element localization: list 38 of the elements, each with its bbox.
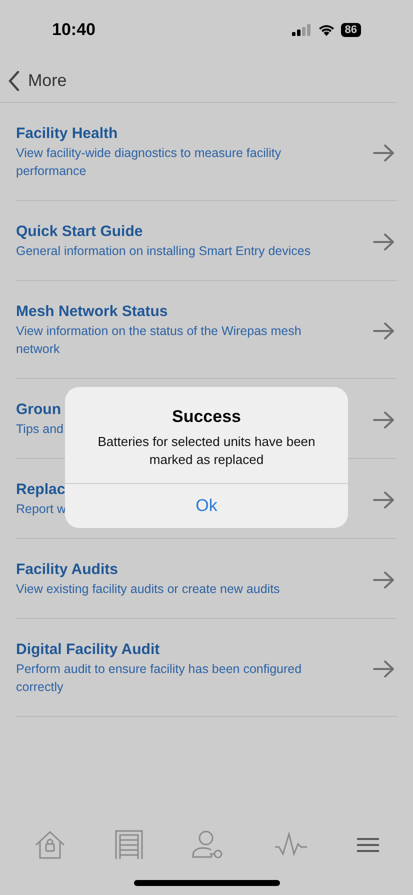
- status-time: 10:40: [52, 20, 96, 40]
- item-description: View facility-wide diagnostics to measure facility performance: [16, 145, 282, 180]
- arrow-right-icon: [373, 144, 395, 162]
- house-lock-icon: [34, 830, 66, 860]
- garage-door-icon: [114, 830, 143, 860]
- item-description: View existing facility audits or create new audits: [16, 581, 280, 598]
- item-description: General information on installing Smart Entry devices: [16, 243, 311, 260]
- item-title: Mesh Network Status: [16, 303, 169, 320]
- dialog-message: Batteries for selected units have been marked as replaced: [96, 433, 316, 469]
- item-description: View information on the status of the Wirepas mesh network: [16, 323, 302, 358]
- menu-item[interactable]: Digital Facility Audit Perform audit to ensure facility has been configured correctly: [16, 619, 397, 717]
- chevron-left-icon: [8, 71, 20, 91]
- arrow-right-icon: [373, 570, 395, 588]
- dialog-title: Success: [172, 407, 241, 427]
- back-button[interactable]: More: [8, 71, 67, 91]
- ok-button[interactable]: Ok: [65, 484, 348, 528]
- arrow-right-icon: [373, 410, 395, 428]
- battery-indicator: 86: [340, 23, 361, 37]
- menu-item[interactable]: Mesh Network Status View information on the status of the Wirepas mesh network: [16, 281, 397, 379]
- arrow-right-icon: [373, 322, 395, 340]
- item-description: Perform audit to ensure facility has been configured correctly: [16, 661, 303, 696]
- menu-item[interactable]: Facility Audits View existing facility audits or create new audits: [16, 539, 397, 619]
- item-description: Tips and: [16, 421, 64, 438]
- menu-icon: [356, 837, 379, 853]
- signal-icon: [292, 24, 312, 36]
- menu-item[interactable]: Facility Health View facility-wide diagnostics to measure facility performance: [16, 103, 397, 201]
- arrow-right-icon: [373, 660, 395, 678]
- item-title: Facility Audits: [16, 561, 119, 578]
- arrow-right-icon: [373, 490, 395, 508]
- item-title: Replac: [16, 481, 66, 498]
- item-title: Digital Facility Audit: [16, 641, 161, 658]
- arrow-right-icon: [373, 232, 395, 250]
- menu-item[interactable]: Quick Start Guide General information on installing Smart Entry devices: [16, 201, 397, 281]
- item-title: Facility Health: [16, 125, 119, 142]
- pulse-icon: [274, 832, 308, 858]
- wifi-icon: [318, 24, 335, 36]
- item-title: Quick Start Guide: [16, 223, 144, 240]
- item-title: Groun: [16, 401, 62, 418]
